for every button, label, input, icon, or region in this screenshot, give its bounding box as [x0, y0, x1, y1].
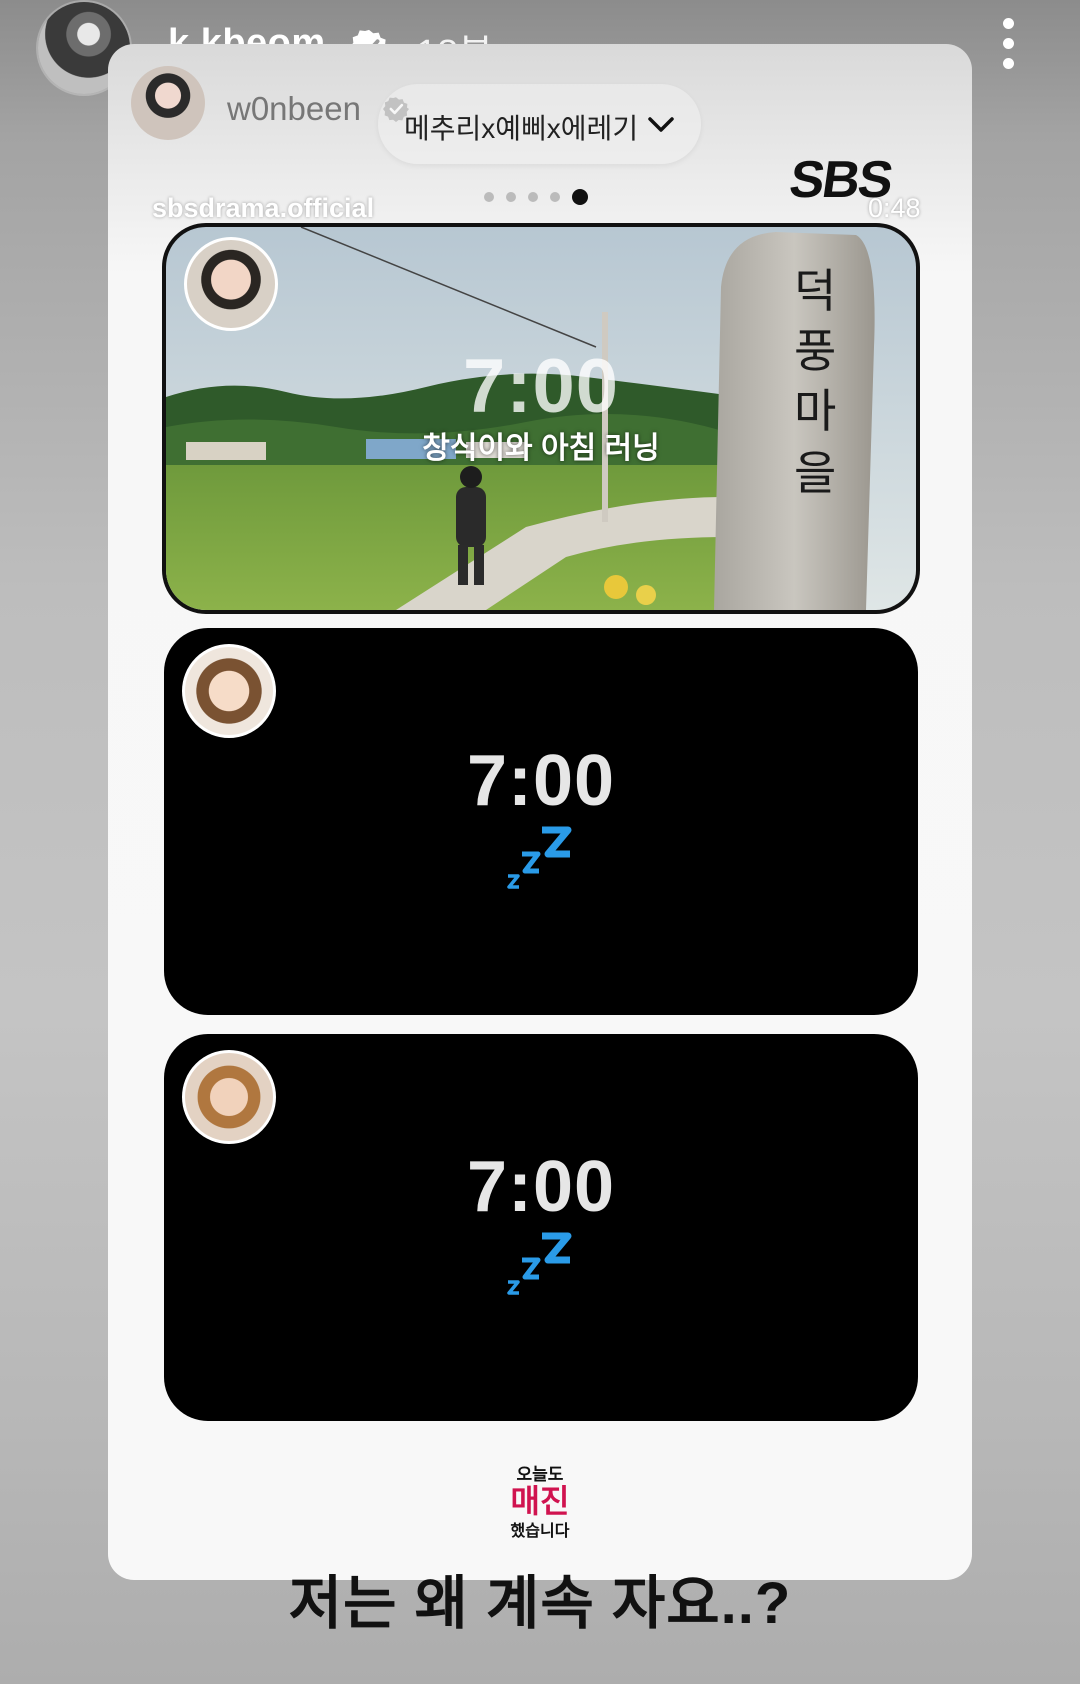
clock-time: 7:00	[466, 1147, 616, 1227]
music-pill[interactable]: 메추리x예삐x에레기	[378, 84, 701, 164]
carousel-dots	[484, 189, 594, 205]
video-duration: 0:48	[868, 193, 921, 223]
show-logo-line2: 매진	[510, 1483, 570, 1519]
source-account[interactable]: sbsdrama.official	[152, 193, 374, 224]
chevron-down-icon	[648, 117, 674, 132]
cast-avatar	[182, 1050, 276, 1144]
carousel-dot	[506, 192, 516, 202]
video-panel-3[interactable]: 7:00	[164, 1034, 918, 1421]
show-logo: 오늘도 매진 했습니다	[490, 1460, 590, 1540]
story-caption: 저는 왜 계속 자요..?	[288, 1571, 792, 1636]
sign-char: 덕	[794, 264, 836, 318]
scene-caption: 창식이와 아침 러닝	[422, 432, 660, 465]
music-label: 메추리x예삐x에레기	[404, 113, 639, 144]
show-logo-line1: 오늘도	[516, 1465, 564, 1484]
more-vertical-icon[interactable]	[1000, 18, 1016, 70]
carousel-dot-active	[572, 189, 588, 205]
carousel-dot	[550, 192, 560, 202]
clock-time: 7:00	[462, 344, 620, 429]
carousel-dot	[528, 192, 538, 202]
carousel-dot	[484, 192, 494, 202]
sleep-zzz-icon	[507, 1232, 572, 1295]
repost-username[interactable]: w0nbeen	[227, 90, 361, 128]
video-panel-1[interactable]: 덕 풍 마 을 7:00 창식이와 아침 러닝	[162, 223, 920, 614]
clock-time: 7:00	[466, 741, 616, 821]
repost-avatar[interactable]	[131, 66, 205, 140]
sleep-zzz-icon	[507, 826, 572, 889]
cast-avatar	[182, 644, 276, 738]
video-panel-2[interactable]: 7:00	[164, 628, 918, 1015]
show-logo-line3: 했습니다	[510, 1523, 570, 1540]
cast-avatar	[184, 237, 278, 331]
